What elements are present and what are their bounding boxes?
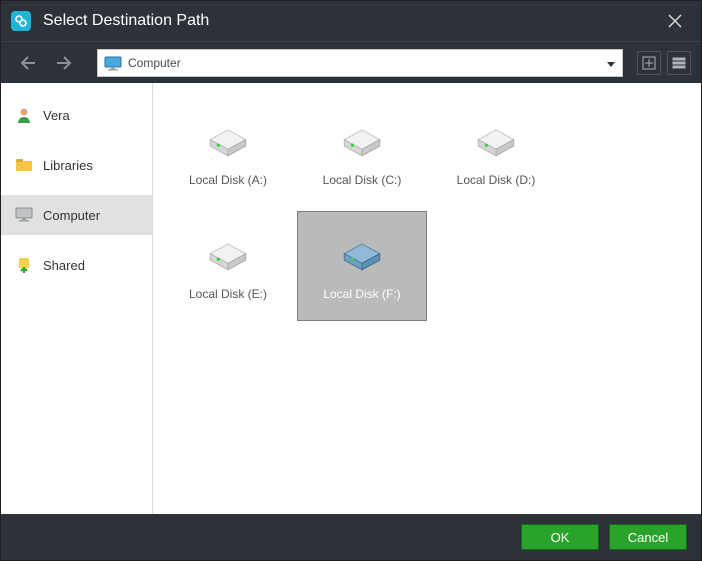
body: Vera Libraries Computer Shared — [1, 83, 701, 514]
ok-label: OK — [551, 530, 570, 545]
folder-icon — [15, 156, 33, 174]
title-bar: Select Destination Path — [1, 1, 701, 41]
breadcrumb-label: Computer — [128, 56, 181, 70]
breadcrumb[interactable]: Computer — [97, 49, 623, 77]
disk-label: Local Disk (C:) — [323, 173, 402, 187]
sidebar-item-vera[interactable]: Vera — [1, 95, 152, 135]
toolbar: Computer — [1, 41, 701, 83]
chevron-down-icon — [606, 58, 616, 68]
disk-item[interactable]: Local Disk (E:) — [163, 211, 293, 321]
computer-icon — [104, 56, 122, 70]
disk-grid: Local Disk (A:) Local Disk (C:) Local Di… — [153, 83, 701, 514]
disk-icon — [467, 117, 525, 159]
sidebar-item-libraries[interactable]: Libraries — [1, 145, 152, 185]
user-icon — [15, 106, 33, 124]
sidebar-item-computer[interactable]: Computer — [1, 195, 152, 235]
ok-button[interactable]: OK — [521, 524, 599, 550]
sidebar-item-label: Computer — [43, 208, 100, 223]
shared-icon — [15, 256, 33, 274]
back-button[interactable] — [15, 49, 43, 77]
footer: OK Cancel — [1, 514, 701, 560]
forward-button[interactable] — [49, 49, 77, 77]
view-button[interactable] — [667, 51, 691, 75]
sidebar-item-label: Shared — [43, 258, 85, 273]
sidebar-item-shared[interactable]: Shared — [1, 245, 152, 285]
new-folder-button[interactable] — [637, 51, 661, 75]
disk-icon — [199, 117, 257, 159]
disk-item[interactable]: Local Disk (F:) — [297, 211, 427, 321]
disk-label: Local Disk (A:) — [189, 173, 267, 187]
sidebar: Vera Libraries Computer Shared — [1, 83, 153, 514]
close-button[interactable] — [657, 1, 693, 41]
disk-item[interactable]: Local Disk (C:) — [297, 97, 427, 207]
disk-label: Local Disk (F:) — [323, 287, 400, 301]
cancel-label: Cancel — [628, 530, 668, 545]
disk-icon — [333, 231, 391, 273]
disk-label: Local Disk (D:) — [457, 173, 536, 187]
disk-icon — [199, 231, 257, 273]
dialog-window: Select Destination Path Computer — [0, 0, 702, 561]
computer-icon — [15, 206, 33, 224]
disk-item[interactable]: Local Disk (D:) — [431, 97, 561, 207]
cancel-button[interactable]: Cancel — [609, 524, 687, 550]
disk-icon — [333, 117, 391, 159]
disk-label: Local Disk (E:) — [189, 287, 267, 301]
window-title: Select Destination Path — [43, 12, 657, 30]
sidebar-item-label: Vera — [43, 108, 70, 123]
disk-item[interactable]: Local Disk (A:) — [163, 97, 293, 207]
sidebar-item-label: Libraries — [43, 158, 93, 173]
app-icon — [11, 11, 31, 31]
